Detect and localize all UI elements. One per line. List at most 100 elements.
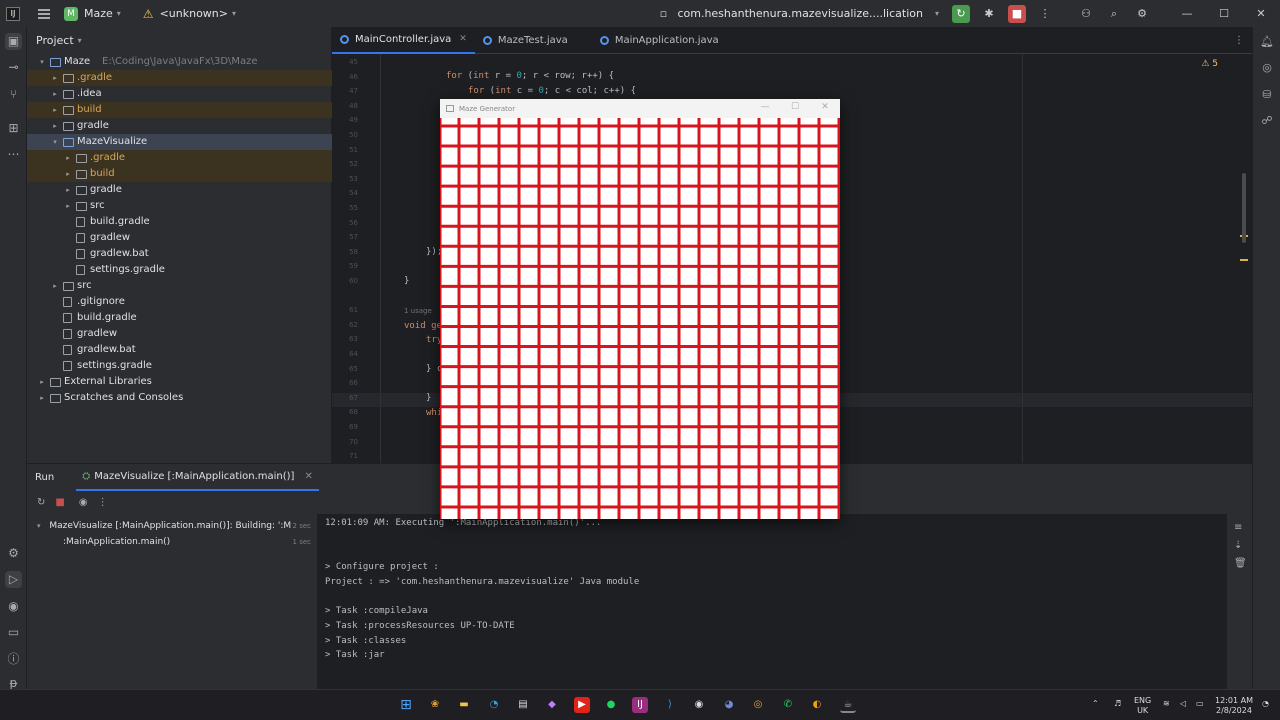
usage-hint[interactable]: 1 usage [404,307,432,315]
services-play-icon[interactable]: ◉ [5,598,22,615]
java-app-icon[interactable]: ☕︎ [840,697,856,713]
run-tree-root[interactable]: ▾ MazeVisualize [:MainApplication.main()… [27,518,317,534]
battery-icon[interactable]: ▭ [1196,699,1204,709]
tree-item[interactable]: ▸ .gradle [27,150,332,166]
run-configuration-selector[interactable]: com.heshanthenura.mazevisualize....licat… [677,7,923,20]
clock[interactable]: 12:01 AM 2/8/2024 [1215,696,1253,716]
code-line[interactable]: for (int r = 0; r < row; r++) { [446,71,614,81]
tree-item[interactable]: ▸ gradle [27,182,332,198]
chevron-right-icon[interactable]: ▸ [63,198,73,214]
tree-item[interactable]: gradlew [27,230,332,246]
problems-icon[interactable]: ⓘ [5,651,22,668]
chevron-down-icon[interactable]: ▾ [50,134,60,150]
more-tools-icon[interactable]: ⋯ [5,146,22,163]
rerun-icon[interactable]: ↻ [37,497,45,508]
main-menu-icon[interactable] [38,8,50,19]
code-line[interactable]: } [426,393,431,403]
view-options-icon[interactable]: ◉ [79,497,88,508]
chevron-down-icon[interactable]: ▾ [117,9,121,18]
run-tool-icon[interactable]: ▷ [5,571,22,588]
chevron-down-icon[interactable]: ▾ [232,9,236,18]
tree-item[interactable]: ▸ build [27,102,332,118]
chevron-right-icon[interactable]: ▸ [63,166,73,182]
tree-item[interactable]: ▾ MazeVisualize [27,134,332,150]
tree-item[interactable]: ▸ src [27,198,332,214]
vcs-widget[interactable]: <unknown> [160,7,228,20]
chevron-right-icon[interactable]: ▸ [50,86,60,102]
chevron-down-icon[interactable]: ▾ [37,54,47,70]
edge-browser-icon[interactable]: ◔ [486,697,502,713]
run-tree-child[interactable]: :MainApplication.main() 1 sec [27,534,317,550]
stop-button[interactable]: ■ [1008,4,1026,23]
chevron-down-icon[interactable]: ▾ [37,522,41,530]
tree-item[interactable]: gradlew.bat [27,342,332,358]
clear-console-icon[interactable]: 🗑︎ [1234,558,1247,569]
project-badge[interactable]: M [64,6,78,21]
project-panel-title[interactable]: Project [36,34,74,47]
chevron-right-icon[interactable]: ▸ [50,102,60,118]
tree-item[interactable]: settings.gradle [27,262,332,278]
tree-item[interactable]: settings.gradle [27,358,332,374]
project-tool-icon[interactable]: ▣ [5,33,22,50]
chevron-right-icon[interactable]: ▸ [50,70,60,86]
chevron-down-icon[interactable]: ▾ [78,36,82,45]
console-output[interactable]: 12:01:09 AM: Executing ':MainApplication… [317,514,1227,690]
pull-requests-icon[interactable]: ⑂ [5,86,22,103]
chevron-right-icon[interactable]: ▸ [37,374,47,390]
blender-icon[interactable]: ◐ [809,697,825,713]
scroll-to-end-icon[interactable]: ⇣ [1234,540,1242,551]
warning-count-badge[interactable]: ⚠ 5 [1201,59,1218,69]
tree-item[interactable]: .gitignore [27,294,332,310]
maze-maximize-button[interactable]: ☐ [780,99,810,118]
github-icon[interactable]: ◉ [691,697,707,713]
tree-item[interactable]: ▸ External Libraries [27,374,332,390]
tree-item[interactable]: ▸ gradle [27,118,332,134]
notification-center-icon[interactable]: ◔ [1262,699,1269,709]
minimize-window-button[interactable]: — [1178,5,1196,23]
windows-start-icon[interactable]: ⊞ [398,697,414,713]
app-icon[interactable]: ◆ [544,697,560,713]
code-line[interactable]: } [404,276,409,286]
debug-button[interactable]: ✱ [980,5,998,23]
file-explorer-icon[interactable]: ▬ [456,697,472,713]
add-user-icon[interactable]: ⚇ [1077,5,1095,23]
close-icon[interactable]: ✕ [304,471,312,482]
maze-close-button[interactable]: ✕ [810,99,840,118]
tree-item[interactable]: gradlew [27,326,332,342]
maze-generator-window[interactable]: Maze Generator — ☐ ✕ [440,99,840,519]
intellij-taskbar-icon[interactable]: IJ [632,697,648,713]
database-icon[interactable]: ⛁ [1260,88,1274,102]
chevron-down-icon[interactable]: ▾ [935,9,939,18]
maze-minimize-button[interactable]: — [750,99,780,118]
code-line[interactable]: for (int c = 0; c < col; c++) { [468,86,636,96]
soft-wrap-icon[interactable]: ≡ [1234,522,1242,533]
tree-item[interactable]: build.gradle [27,214,332,230]
notifications-icon[interactable]: 🔔︎ [1260,35,1274,49]
search-icon[interactable]: ⌕ [1105,5,1123,23]
wifi-icon[interactable]: ≋ [1163,699,1170,709]
more-actions-icon[interactable]: ⋮ [1036,5,1054,23]
run-panel-title[interactable]: Run [35,472,54,483]
microphone-icon[interactable]: ♬ [1114,699,1121,709]
tab-main-application[interactable]: MainApplication.java [592,27,727,54]
tray-overflow-icon[interactable]: ⌃ [1092,699,1099,709]
tab-main-controller[interactable]: MainController.java ✕ [332,27,475,54]
run-tab[interactable]: ⛭ MazeVisualize [:MainApplication.main()… [76,464,319,491]
tab-options-icon[interactable]: ⋮ [1234,27,1244,54]
maze-canvas[interactable] [440,118,840,519]
volume-icon[interactable]: ◁ [1180,699,1186,709]
tree-item[interactable]: ▾ Maze E:\Coding\Java\JavaFx\3D\Maze [27,54,332,70]
commit-tool-icon[interactable]: ⊸ [5,59,22,76]
intellij-logo-icon[interactable]: IJ [6,6,20,21]
tree-item[interactable]: ▸ build [27,166,332,182]
chrome-icon[interactable]: ◎ [750,697,766,713]
project-switcher[interactable]: Maze [84,7,113,20]
tree-item[interactable]: ▸ src [27,278,332,294]
more-icon[interactable]: ⋮ [98,497,108,508]
vscode-icon[interactable]: ⟩ [662,697,678,713]
services-icon[interactable]: ⚙ [5,545,22,562]
code-line[interactable]: void ge [404,321,442,331]
chevron-right-icon[interactable]: ▸ [50,118,60,134]
youtube-icon[interactable]: ▶ [574,697,590,713]
editor-scrollbar[interactable] [1242,173,1246,243]
